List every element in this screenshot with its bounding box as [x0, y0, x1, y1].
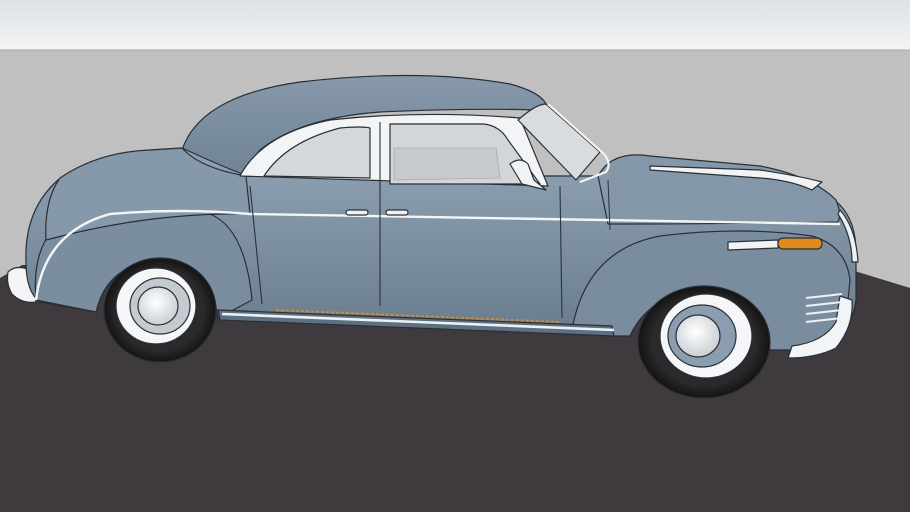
scene-canvas — [0, 0, 910, 512]
rear-wheel — [103, 257, 217, 363]
fender-emblem — [727, 239, 779, 251]
front-wheel — [637, 285, 771, 399]
sky — [0, 0, 910, 50]
door-handle-front — [385, 209, 409, 216]
door-handle-rear — [345, 209, 369, 216]
parking-light — [777, 237, 823, 250]
door-window-interior — [393, 147, 501, 181]
